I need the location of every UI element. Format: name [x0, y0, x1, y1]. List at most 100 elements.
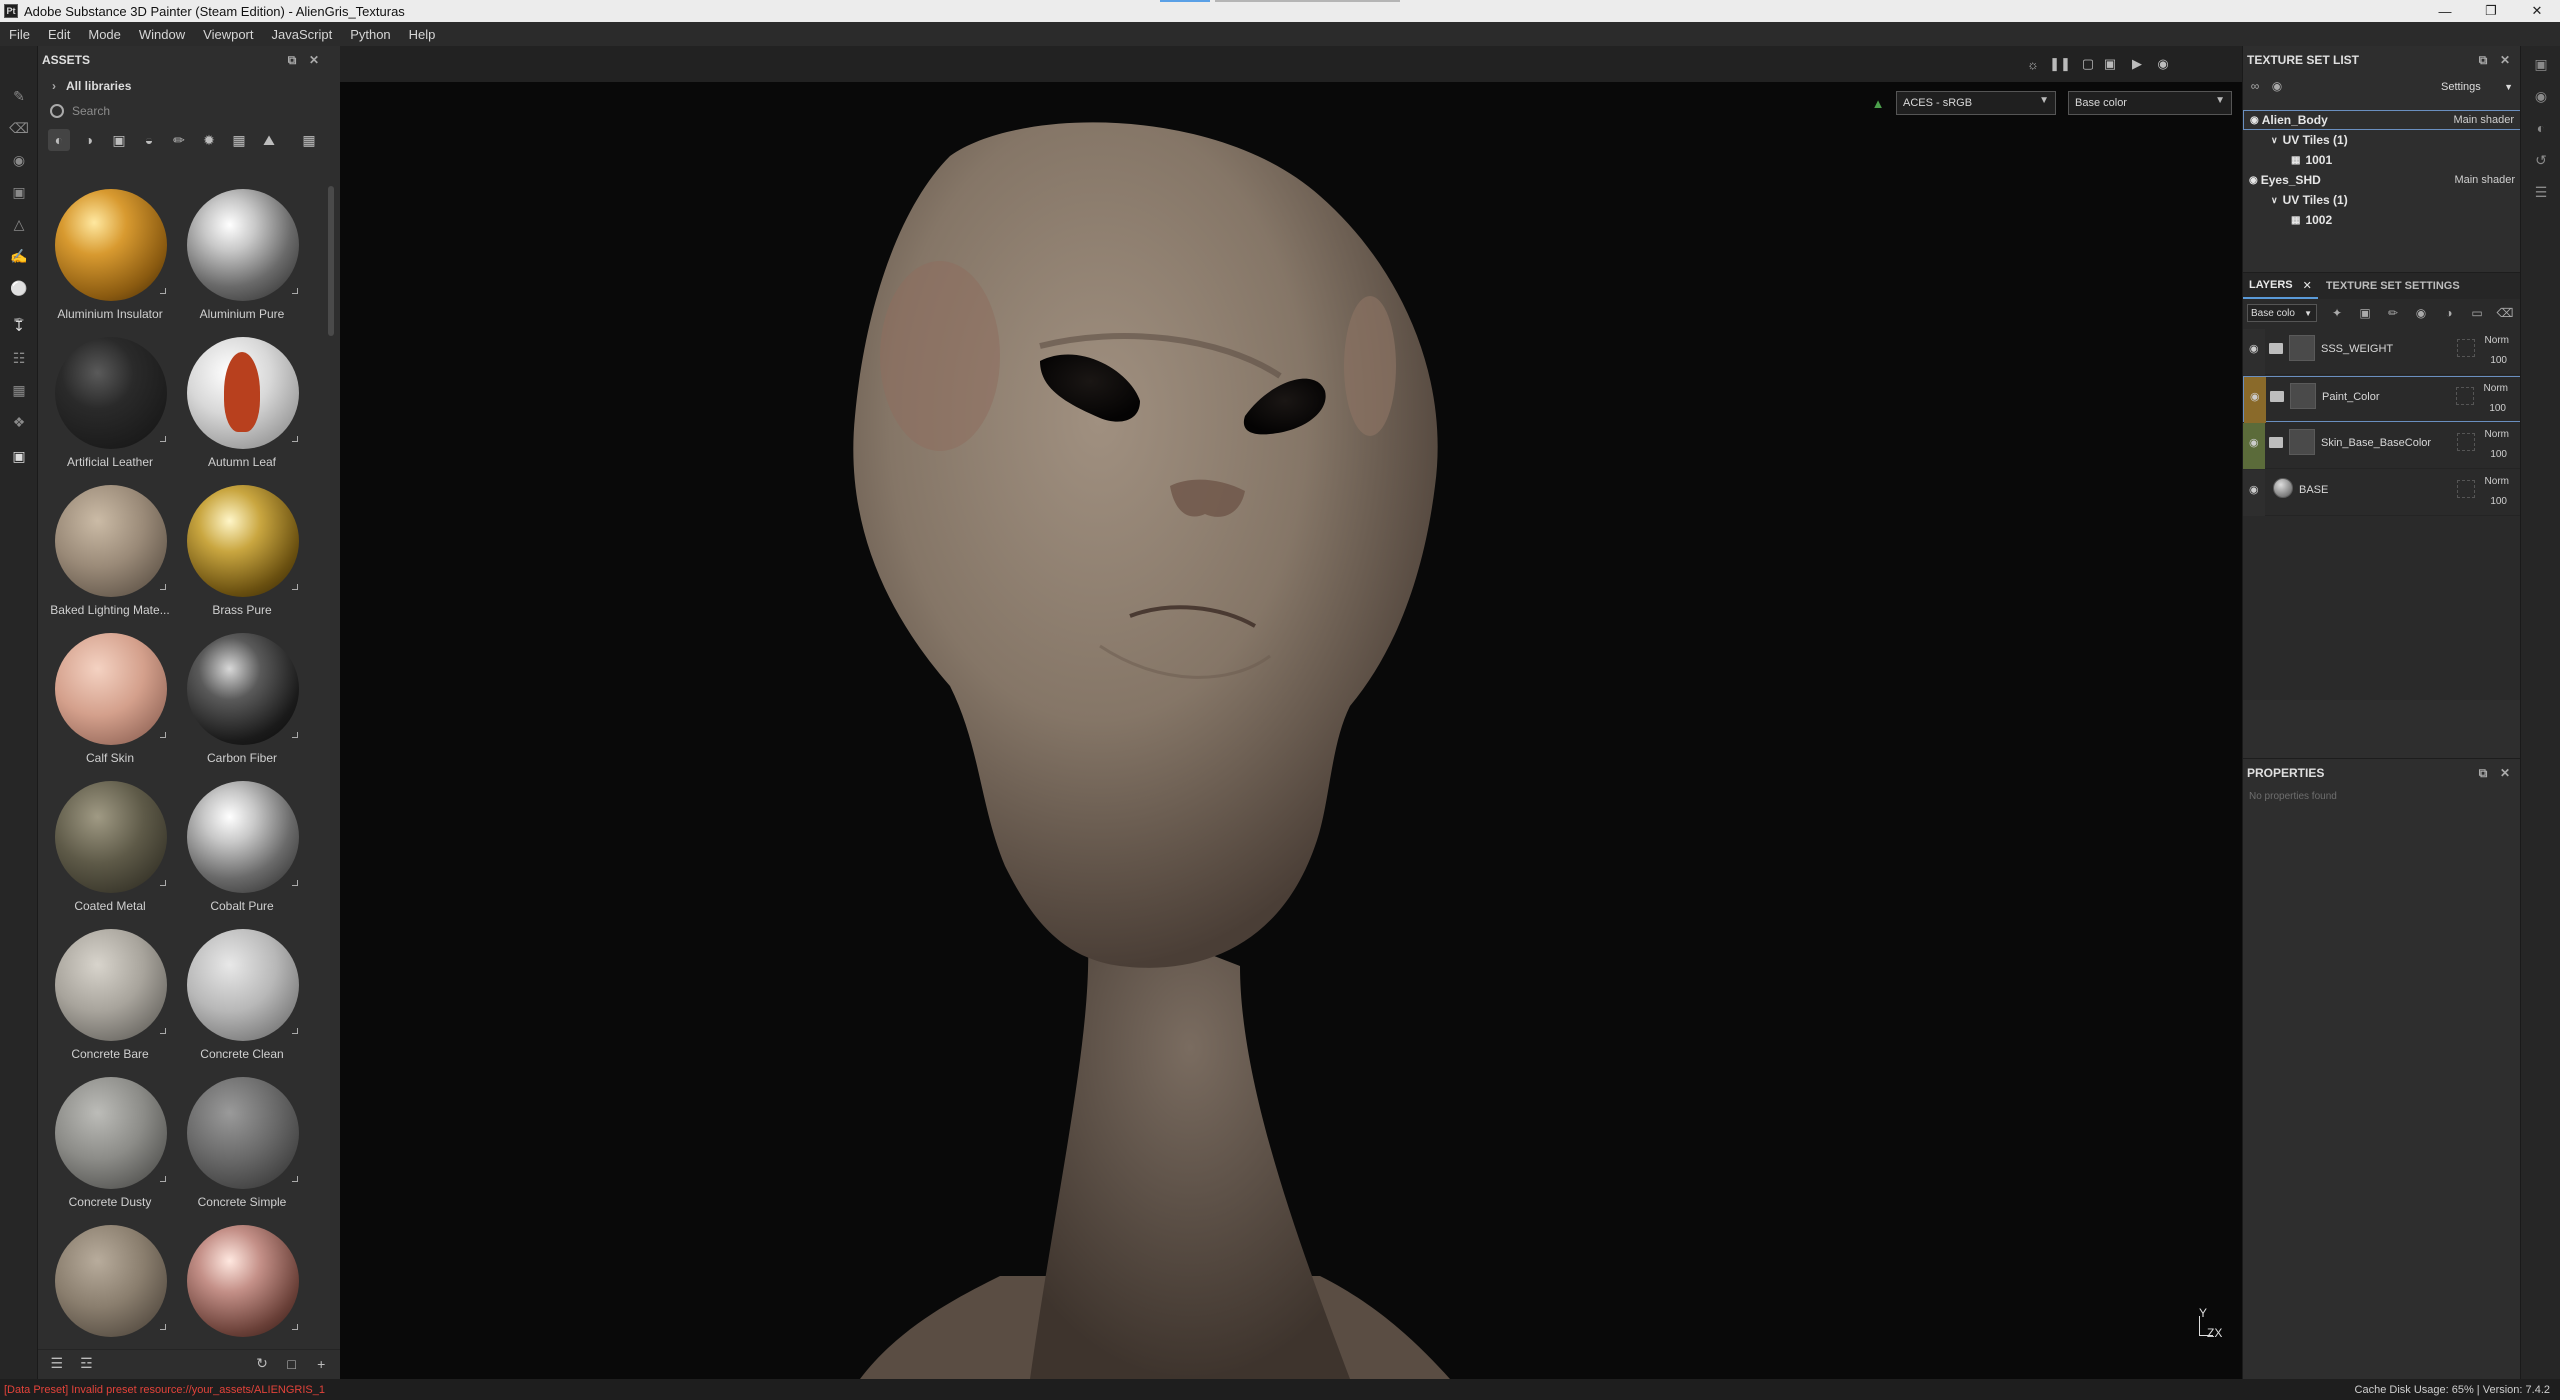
clone-icon[interactable]: ⚪	[9, 278, 29, 298]
add-folder-icon[interactable]: ▭	[2469, 305, 2485, 321]
opacity-value[interactable]: 100	[2490, 355, 2507, 366]
eraser-icon[interactable]: ⌫	[9, 118, 29, 138]
screenshot-icon[interactable]: ◉	[2153, 55, 2173, 73]
menu-python[interactable]: Python	[341, 27, 399, 42]
eye-icon[interactable]: ◉	[2269, 78, 2285, 94]
3d-view-icon[interactable]: ▣	[2100, 55, 2120, 73]
layer-row[interactable]: ◉ SSS_WEIGHT Norm 100	[2243, 329, 2521, 375]
blend-mode-select[interactable]: Norm	[2484, 383, 2508, 394]
asset-tile[interactable]: Concrete Bare	[44, 926, 176, 1074]
history-icon[interactable]: ↺	[2531, 150, 2551, 170]
asset-tile[interactable]: Autumn Leaf	[176, 334, 308, 482]
layer-row[interactable]: ◉ Paint_Color Norm 100	[2243, 376, 2521, 423]
shield-icon[interactable]: ▲	[1868, 94, 1888, 112]
asset-tile[interactable]: Brass Pure	[176, 482, 308, 630]
uv-tiles-row[interactable]: ∨ UV Tiles (1)	[2243, 130, 2521, 150]
library-selector[interactable]: › All libraries	[38, 74, 340, 98]
geometry-mask-icon[interactable]: ▣	[9, 182, 29, 202]
layer-mask-slot[interactable]	[2457, 433, 2475, 451]
import-icon[interactable]: ↧	[9, 316, 29, 336]
menu-javascript[interactable]: JavaScript	[262, 27, 341, 42]
eye-icon[interactable]: ◉	[2249, 344, 2263, 355]
close-icon[interactable]: ✕	[2514, 0, 2560, 22]
bake-icon[interactable]: ☷	[9, 348, 29, 368]
eye-icon[interactable]: ◉	[2250, 115, 2259, 126]
colorspace-dropdown[interactable]: ACES - sRGB ▼	[1896, 91, 2056, 115]
eye-icon[interactable]: ◉	[2249, 438, 2263, 449]
asset-tile[interactable]	[44, 1222, 176, 1370]
filters-filter-icon[interactable]: ◒	[138, 129, 160, 151]
texture-set-eyes-shd[interactable]: ◉ Eyes_SHD Main shader	[2243, 170, 2521, 190]
opacity-value[interactable]: 100	[2490, 449, 2507, 460]
add-fill-layer-icon[interactable]: ◉	[2413, 305, 2429, 321]
blend-mode-select[interactable]: Norm	[2485, 429, 2509, 440]
sort-icon[interactable]: ☲	[76, 1353, 98, 1375]
add-paint-layer-icon[interactable]: ✏	[2385, 305, 2401, 321]
add-smart-material-icon[interactable]: ◑	[2441, 305, 2457, 321]
asset-tile[interactable]: Aluminium Pure	[176, 186, 308, 334]
asset-tile[interactable]: Calf Skin	[44, 630, 176, 778]
camera-icon[interactable]: ▣	[9, 446, 29, 466]
asset-tile[interactable]: Aluminium Insulator	[44, 186, 176, 334]
procedurals-filter-icon[interactable]: ⛰	[258, 129, 280, 151]
alien-model-render[interactable]	[340, 46, 2242, 1379]
add-icon[interactable]: +	[310, 1353, 332, 1375]
assets-scrollbar[interactable]	[328, 186, 334, 336]
eye-icon[interactable]: ◉	[2249, 485, 2263, 496]
settings-dropdown[interactable]: Settings ▼	[2441, 78, 2513, 96]
asset-tile[interactable]: Concrete Simple	[176, 1074, 308, 1222]
uv-tile-1002[interactable]: ▦ 1002	[2243, 210, 2521, 230]
close-panel-icon[interactable]: ✕	[2497, 52, 2513, 68]
tab-texture-set-settings[interactable]: TEXTURE SET SETTINGS	[2318, 280, 2468, 292]
close-panel-icon[interactable]: ✕	[2497, 765, 2513, 781]
undock-icon[interactable]: ⧉	[284, 52, 300, 68]
delete-layer-icon[interactable]: ⌫	[2497, 305, 2514, 321]
particles-filter-icon[interactable]: ✹	[198, 129, 220, 151]
asset-tile[interactable]: Carbon Fiber	[176, 630, 308, 778]
undock-icon[interactable]: ⧉	[2475, 52, 2491, 68]
hide-ui-icon[interactable]: ☼	[2023, 55, 2043, 73]
2d-view-icon[interactable]: ▢	[2078, 55, 2098, 73]
pause-icon[interactable]: ❚❚	[2049, 55, 2071, 73]
list-settings-icon[interactable]: ☰	[46, 1353, 68, 1375]
smudge-icon[interactable]: ✍	[9, 246, 29, 266]
texture-set-alien-body[interactable]: ◉ Alien_Body Main shader	[2243, 110, 2521, 130]
shader-settings-icon[interactable]: ◐	[2531, 118, 2551, 138]
asset-tile[interactable]	[176, 1222, 308, 1370]
3d-viewport[interactable]: ☼ ❚❚ ▢ ▣ ▶ ◉ ▲ ACES - sRGB ▼ Base color …	[340, 46, 2242, 1379]
error-message[interactable]: [Data Preset] Invalid preset resource://…	[0, 1384, 325, 1396]
display-settings-icon[interactable]: ◉	[2531, 86, 2551, 106]
textures-filter-icon[interactable]: ▣	[108, 129, 130, 151]
refresh-icon[interactable]: ↻	[251, 1353, 273, 1375]
measure-icon[interactable]: ▦	[9, 380, 29, 400]
new-folder-icon[interactable]: □	[281, 1353, 303, 1375]
menu-file[interactable]: File	[0, 27, 39, 42]
paint-brush-icon[interactable]: ✎	[9, 86, 29, 106]
layer-row[interactable]: ◉ BASE Norm 100	[2243, 470, 2521, 516]
asset-tile[interactable]: Baked Lighting Mate...	[44, 482, 176, 630]
layer-row[interactable]: ◉ Skin_Base_BaseColor Norm 100	[2243, 423, 2521, 469]
uv-tile-1001[interactable]: ▦ 1001	[2243, 150, 2521, 170]
layer-mask-slot[interactable]	[2457, 480, 2475, 498]
menu-window[interactable]: Window	[130, 27, 194, 42]
texture-set-icon[interactable]: ▣	[2531, 54, 2551, 74]
layer-mask-slot[interactable]	[2456, 387, 2474, 405]
blend-mode-select[interactable]: Norm	[2485, 335, 2509, 346]
maximize-icon[interactable]: ❐	[2468, 0, 2514, 22]
add-effect-icon[interactable]: ✦	[2329, 305, 2345, 321]
smart-materials-filter-icon[interactable]: ◑	[78, 129, 100, 151]
environments-filter-icon[interactable]: ▦	[228, 129, 250, 151]
channel-dropdown[interactable]: Base color ▼	[2068, 91, 2232, 115]
add-mask-icon[interactable]: ▣	[2357, 305, 2373, 321]
asset-tile[interactable]: Concrete Clean	[176, 926, 308, 1074]
opacity-value[interactable]: 100	[2490, 496, 2507, 507]
grid-view-icon[interactable]: ▦	[298, 129, 320, 151]
projection-icon[interactable]: ◉	[9, 150, 29, 170]
asset-tile[interactable]: Cobalt Pure	[176, 778, 308, 926]
menu-edit[interactable]: Edit	[39, 27, 79, 42]
materials-filter-icon[interactable]: ◐	[48, 129, 70, 151]
camera-icon[interactable]: ▶	[2127, 55, 2147, 73]
anchor-icon[interactable]: ❖	[9, 412, 29, 432]
menu-help[interactable]: Help	[400, 27, 445, 42]
minimize-icon[interactable]: —	[2422, 0, 2468, 22]
